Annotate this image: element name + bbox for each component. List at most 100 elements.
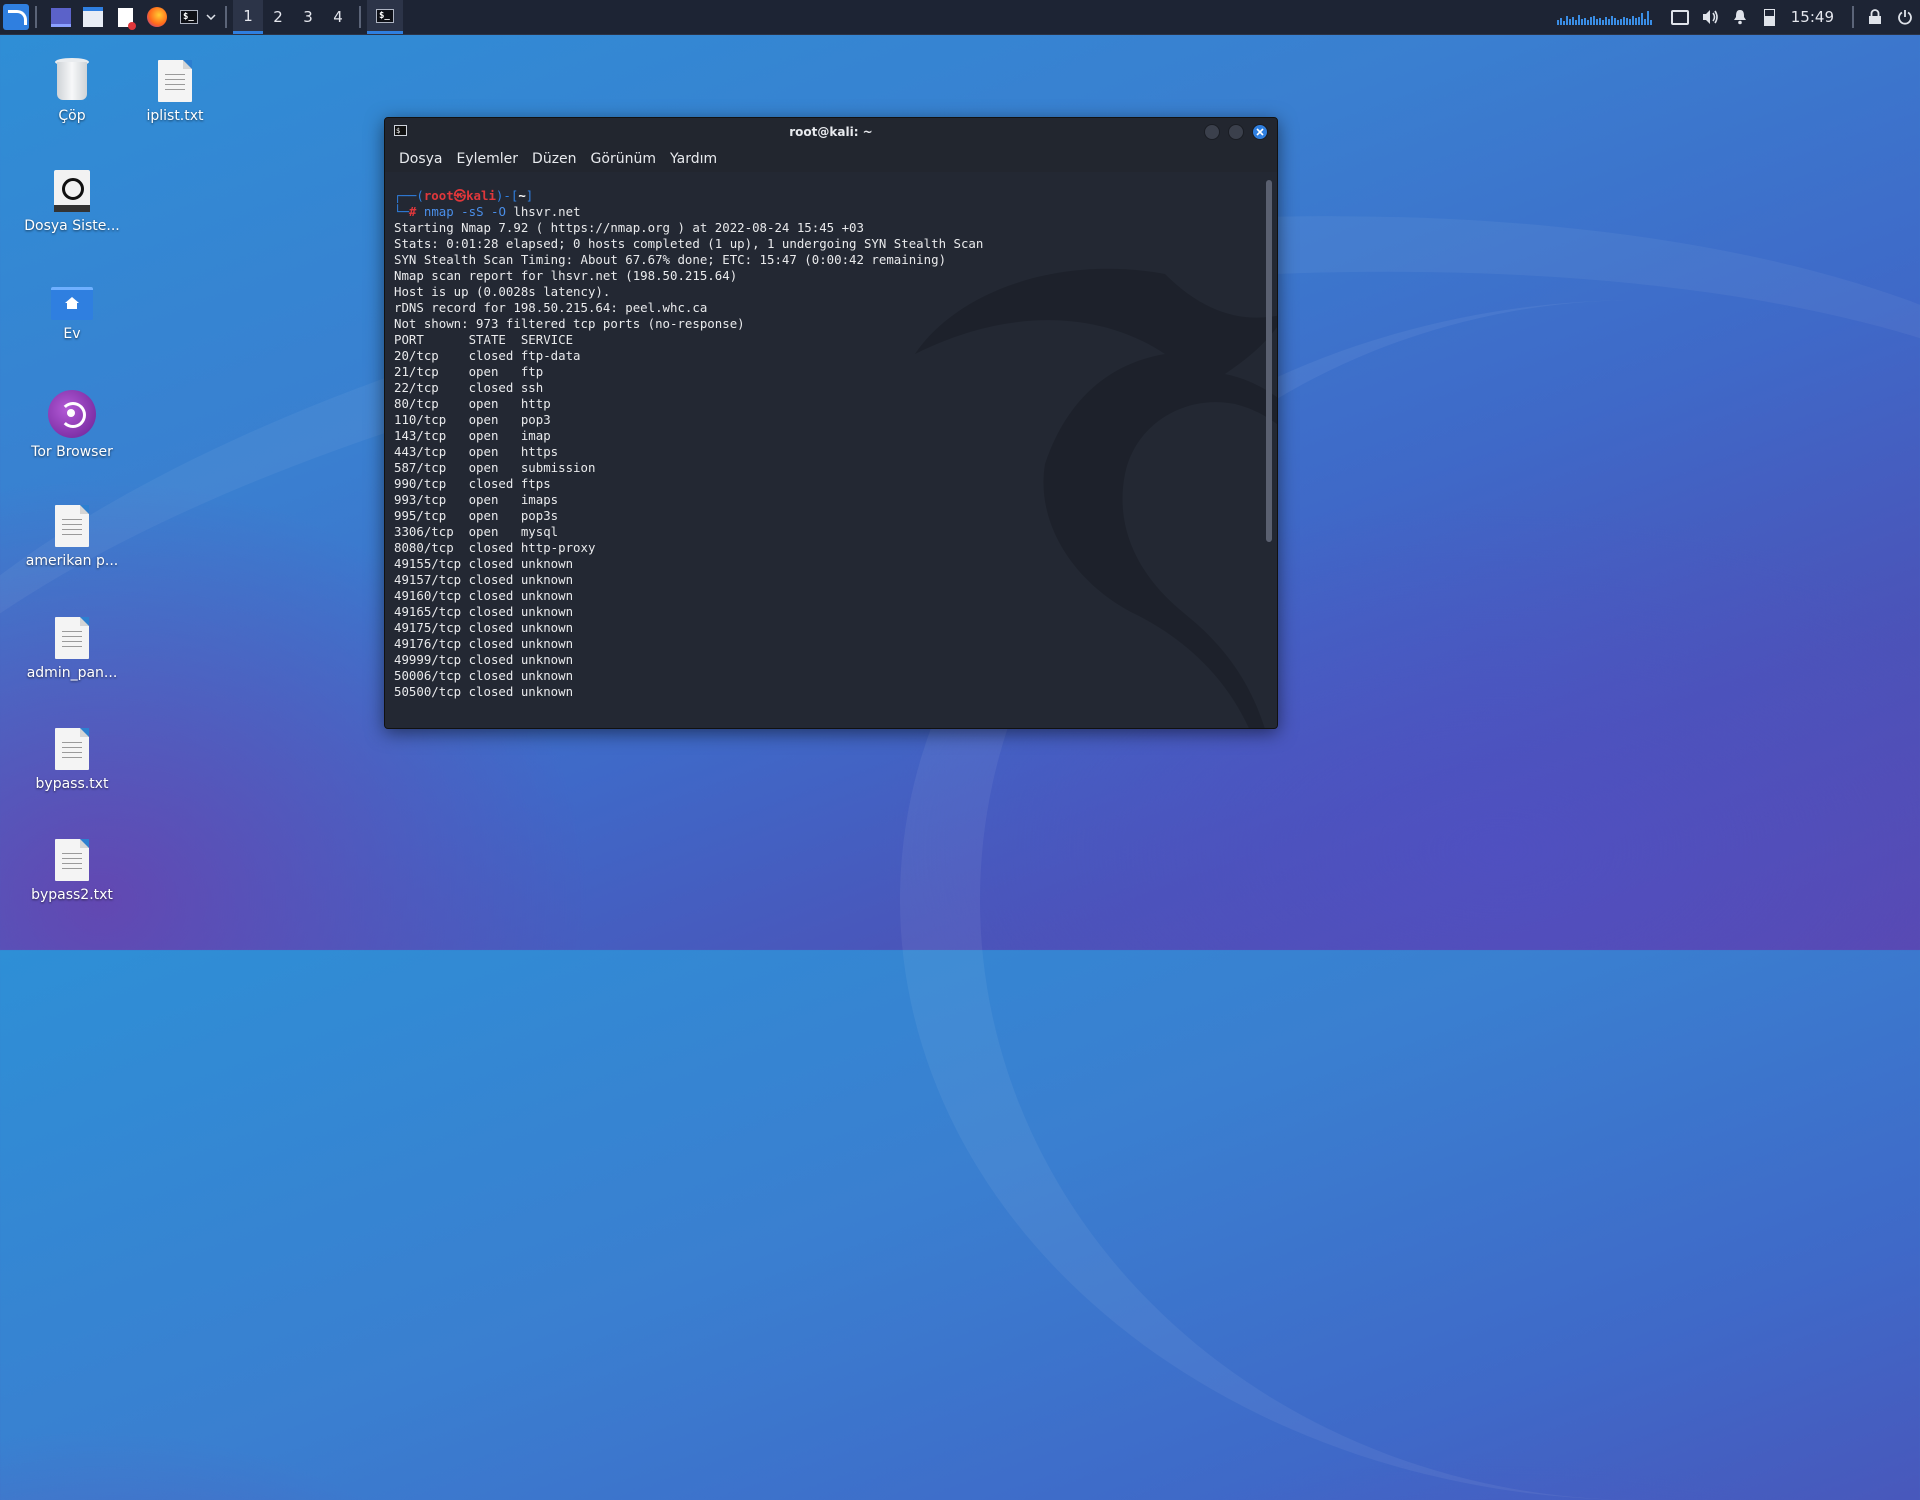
desktop-icon-label: iplist.txt bbox=[146, 108, 204, 124]
cpu-graph-bar bbox=[1625, 18, 1628, 25]
display-icon[interactable] bbox=[1665, 0, 1695, 34]
workspace-2[interactable]: 2 bbox=[263, 0, 293, 34]
cpu-graph-bar bbox=[1607, 19, 1610, 25]
trash-icon bbox=[55, 58, 89, 102]
cpu-graph-bar bbox=[1631, 16, 1634, 25]
lock-icon[interactable] bbox=[1860, 0, 1890, 34]
cpu-graph-bar bbox=[1622, 17, 1625, 25]
window-title: root@kali: ~ bbox=[789, 125, 873, 139]
menu-help[interactable]: Yardım bbox=[670, 151, 717, 167]
desktop-icon-label: Çöp bbox=[58, 108, 86, 124]
cpu-graph-bar bbox=[1628, 19, 1631, 25]
prompt-user: root㉿kali bbox=[423, 188, 496, 203]
cpu-graph-bar bbox=[1559, 18, 1562, 25]
cpu-graph-bar bbox=[1646, 11, 1649, 25]
cpu-graph-bar bbox=[1574, 20, 1577, 25]
desktop-icon-home[interactable]: Ev bbox=[17, 287, 127, 342]
cpu-graph-bar bbox=[1637, 17, 1640, 25]
desktop-icon-trash[interactable]: Çöp bbox=[17, 58, 127, 124]
taskbar: $_ 1 2 3 4 $_ 15:49 bbox=[0, 0, 1920, 35]
cpu-graph-bar bbox=[1619, 19, 1622, 25]
desktop-icon-label: Ev bbox=[63, 326, 81, 342]
terminal-scrollbar[interactable] bbox=[1266, 180, 1272, 542]
drive-icon bbox=[54, 170, 90, 212]
desktop-icon-bypass2[interactable]: bypass2.txt bbox=[17, 839, 127, 903]
text-file-icon bbox=[158, 60, 192, 102]
cpu-graph-bar bbox=[1592, 16, 1595, 25]
clock[interactable]: 15:49 bbox=[1791, 8, 1834, 26]
text-editor-icon[interactable] bbox=[111, 3, 139, 31]
text-file-icon bbox=[55, 728, 89, 770]
desktop-icon-admin-panel[interactable]: admin_pan... bbox=[17, 617, 127, 681]
maximize-button[interactable] bbox=[1228, 124, 1244, 140]
taskbar-separator bbox=[359, 6, 361, 28]
nmap-output: Starting Nmap 7.92 ( https://nmap.org ) … bbox=[394, 220, 984, 699]
workspace-1[interactable]: 1 bbox=[233, 0, 263, 34]
desktop-icon-tor-browser[interactable]: Tor Browser bbox=[17, 390, 127, 460]
menu-view[interactable]: Görünüm bbox=[591, 151, 656, 167]
menu-actions[interactable]: Eylemler bbox=[457, 151, 519, 167]
cpu-graph-bar bbox=[1589, 17, 1592, 25]
taskbar-separator bbox=[1852, 6, 1854, 28]
prompt-command: nmap -sS -O bbox=[423, 204, 506, 219]
terminal-menubar: Dosya Eylemler Düzen Görünüm Yardım bbox=[385, 146, 1277, 172]
prompt-hash: # bbox=[408, 204, 417, 219]
cpu-graph-bar bbox=[1649, 20, 1652, 25]
cpu-graph-bar bbox=[1565, 16, 1568, 25]
terminal-body[interactable]: ┌──(root㉿kali)-[~] └─# nmap -sS -O lhsvr… bbox=[385, 174, 1277, 728]
prompt-bracket: └─ bbox=[394, 204, 409, 219]
workspace-4[interactable]: 4 bbox=[323, 0, 353, 34]
desktop-icon-label: bypass2.txt bbox=[31, 887, 113, 903]
text-file-icon bbox=[55, 617, 89, 659]
desktop-icon-filesystem[interactable]: Dosya Siste... bbox=[17, 170, 127, 234]
show-desktop-icon[interactable] bbox=[47, 3, 75, 31]
power-icon[interactable] bbox=[1890, 0, 1920, 34]
close-icon bbox=[1256, 128, 1264, 136]
volume-icon[interactable] bbox=[1695, 0, 1725, 34]
cpu-graph-bar bbox=[1604, 17, 1607, 25]
cpu-graph-bar bbox=[1601, 20, 1604, 25]
home-folder-icon bbox=[51, 287, 93, 320]
prompt-bracket: ] bbox=[525, 188, 534, 203]
tor-browser-icon bbox=[48, 390, 96, 438]
taskbar-terminal-window[interactable]: $_ bbox=[367, 0, 403, 34]
cpu-graph-bar bbox=[1595, 19, 1598, 25]
workspace-3[interactable]: 3 bbox=[293, 0, 323, 34]
prompt-bracket: ┌──( bbox=[394, 188, 424, 203]
cpu-graph-bar bbox=[1634, 18, 1637, 25]
notification-bell-icon[interactable] bbox=[1725, 0, 1755, 34]
terminal-output[interactable]: ┌──(root㉿kali)-[~] └─# nmap -sS -O lhsvr… bbox=[394, 188, 983, 700]
cpu-graph-bar bbox=[1562, 21, 1565, 25]
desktop-icon-label: amerikan p... bbox=[25, 553, 119, 569]
desktop-icon-bypass[interactable]: bypass.txt bbox=[17, 728, 127, 792]
cpu-graph[interactable] bbox=[1556, 9, 1653, 25]
cpu-graph-bar bbox=[1583, 18, 1586, 25]
firefox-icon[interactable] bbox=[143, 3, 171, 31]
desktop-icon-label: Tor Browser bbox=[31, 444, 113, 460]
cpu-graph-bar bbox=[1616, 20, 1619, 25]
taskbar-separator bbox=[35, 6, 37, 28]
minimize-button[interactable] bbox=[1204, 124, 1220, 140]
file-manager-icon[interactable] bbox=[79, 3, 107, 31]
cpu-graph-bar bbox=[1580, 19, 1583, 25]
chevron-down-icon[interactable] bbox=[203, 3, 219, 31]
taskbar-separator bbox=[225, 6, 227, 28]
cpu-graph-bar bbox=[1556, 20, 1559, 25]
desktop-icon-iplist[interactable]: iplist.txt bbox=[120, 60, 230, 124]
cpu-graph-bar bbox=[1643, 19, 1646, 25]
kali-menu-icon[interactable] bbox=[3, 4, 29, 30]
cpu-graph-bar bbox=[1613, 18, 1616, 25]
terminal-window[interactable]: $ root@kali: ~ Dosya Eylemler Düzen Görü… bbox=[384, 117, 1278, 729]
menu-file[interactable]: Dosya bbox=[399, 151, 443, 167]
desktop-icon-label: bypass.txt bbox=[35, 776, 109, 792]
terminal-icon[interactable]: $_ bbox=[175, 3, 203, 31]
cpu-graph-bar bbox=[1640, 13, 1643, 25]
cpu-graph-bar bbox=[1568, 19, 1571, 25]
desktop-icon-amerikan[interactable]: amerikan p... bbox=[17, 505, 127, 569]
prompt-bracket: )-[ bbox=[495, 188, 519, 203]
close-button[interactable] bbox=[1252, 124, 1268, 140]
battery-icon[interactable] bbox=[1755, 0, 1785, 34]
window-titlebar[interactable]: $ root@kali: ~ bbox=[385, 118, 1277, 146]
menu-edit[interactable]: Düzen bbox=[532, 151, 577, 167]
cpu-graph-bar bbox=[1598, 18, 1601, 25]
